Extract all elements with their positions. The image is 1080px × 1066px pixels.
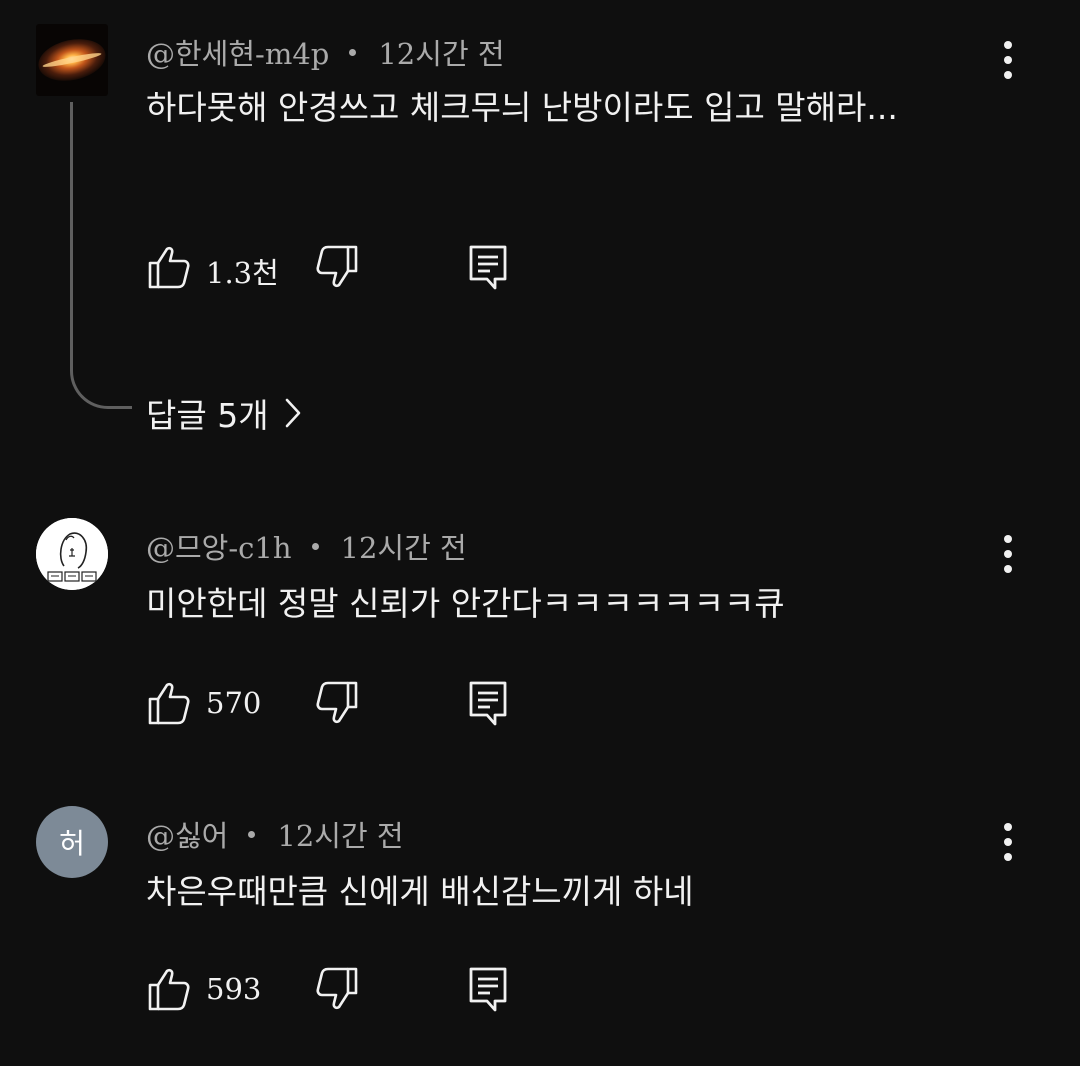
separator-dot	[248, 830, 256, 838]
reply-comment-icon	[469, 967, 507, 1012]
comment-meta: @싫어 12시간 전	[146, 812, 404, 856]
comment-text: 차은우때만큼 신에게 배신감느끼게 하네	[146, 872, 694, 911]
author-name[interactable]: @싫어	[146, 813, 228, 855]
dislike-button[interactable]	[314, 966, 360, 1012]
avatar-letter: 허	[59, 827, 85, 860]
more-vertical-icon	[1004, 823, 1012, 861]
avatar[interactable]: 허	[36, 806, 108, 878]
thumbs-down-icon	[316, 967, 358, 1010]
more-options-button[interactable]	[990, 820, 1026, 864]
comment-item: 허 @싫어 12시간 전 차은우때만큼 신에게 배신감느끼게 하네 593	[0, 0, 1080, 1066]
timestamp: 12시간 전	[277, 819, 404, 853]
reply-button[interactable]	[466, 966, 512, 1012]
thumbs-up-icon	[148, 968, 190, 1011]
like-button[interactable]	[146, 966, 192, 1012]
comment-actions: 593	[146, 966, 646, 1016]
like-count: 593	[206, 972, 262, 1006]
